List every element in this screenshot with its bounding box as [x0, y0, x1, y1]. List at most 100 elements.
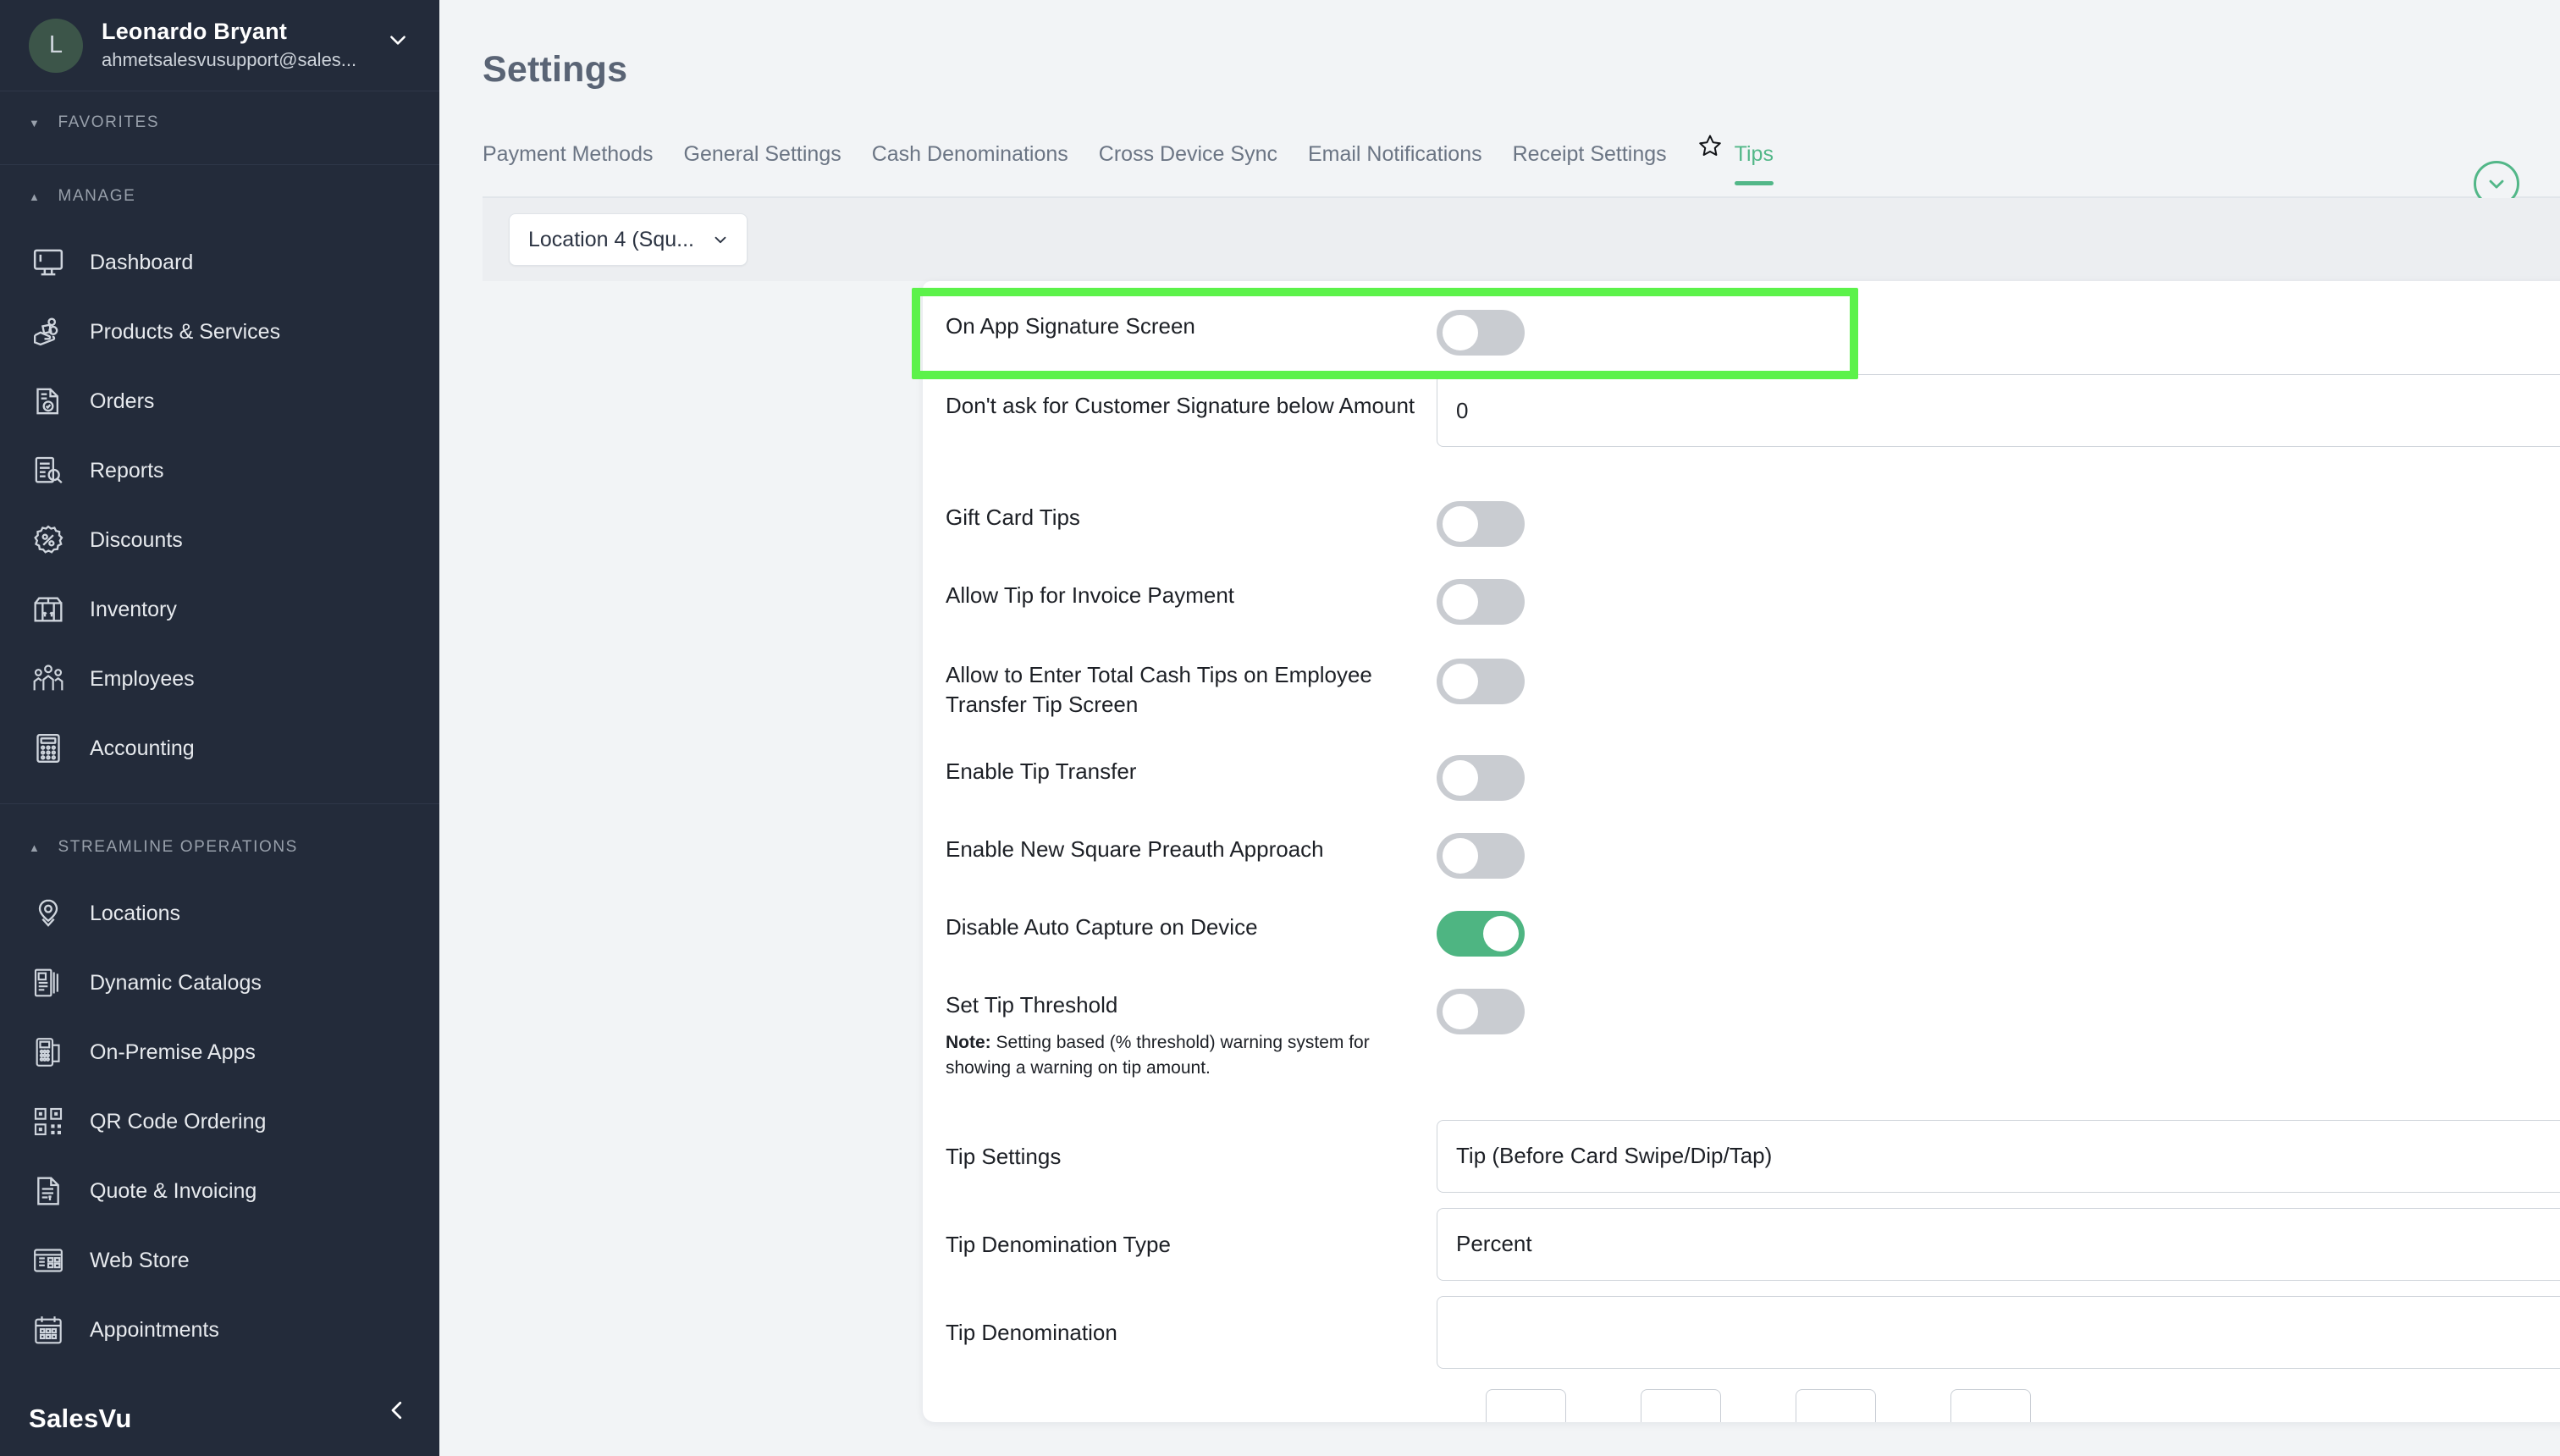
setting-label: Don't ask for Customer Signature below A… [946, 393, 1415, 418]
triangle-down-icon: ▼ [29, 116, 41, 130]
sidebar-item-appointments[interactable]: Appointments [0, 1295, 439, 1365]
star-outline-icon[interactable] [1697, 135, 1723, 168]
setting-label: Enable New Square Preauth Approach [946, 836, 1324, 863]
toggle-on-app-signature-screen[interactable] [1437, 310, 1525, 356]
toggle-set-tip-threshold[interactable] [1437, 989, 1525, 1035]
sidebar-item-label: Quote & Invoicing [90, 1178, 257, 1203]
catalog-icon [29, 963, 68, 1002]
people-icon [29, 659, 68, 698]
setting-row-allow-tip-invoice: Allow Tip for Invoice Payment [923, 547, 2560, 625]
sidebar-item-web-store[interactable]: Web Store [0, 1226, 439, 1295]
sidebar-item-label: Dynamic Catalogs [90, 970, 262, 995]
sidebar-item-label: Inventory [90, 597, 177, 621]
sidebar-item-label: Products & Services [90, 319, 281, 344]
tip-denomination-chip[interactable] [1641, 1388, 1721, 1422]
tab-tips[interactable]: Tips [1734, 142, 1774, 185]
main-content: Settings Payment Methods General Setting… [439, 0, 2560, 1456]
sidebar-item-dynamic-catalogs[interactable]: Dynamic Catalogs [0, 948, 439, 1018]
setting-control: Percent [1437, 1207, 2560, 1281]
setting-control [1437, 833, 2560, 880]
sidebar-item-discounts[interactable]: Discounts [0, 505, 439, 575]
setting-label: Set Tip Threshold Note: Setting based (%… [946, 989, 1437, 1081]
map-pin-icon [29, 894, 68, 933]
toggle-allow-tip-invoice[interactable] [1437, 579, 1525, 625]
monitor-icon [29, 243, 68, 282]
sidebar-item-qr-code-ordering[interactable]: QR Code Ordering [0, 1087, 439, 1156]
sidebar-item-products-services[interactable]: Products & Services [0, 297, 439, 367]
profile-name: Leonardo Bryant [102, 18, 288, 44]
tip-denomination-chip[interactable] [1486, 1388, 1566, 1422]
toggle-knob [1443, 584, 1478, 620]
tab-cross-device-sync[interactable]: Cross Device Sync [1099, 142, 1277, 185]
setting-row-tip-denomination: Tip Denomination Add [923, 1281, 2560, 1369]
tips-settings-list: On App Signature Screen Don't ask for Cu… [923, 281, 2560, 1422]
toggle-knob [1443, 315, 1478, 350]
collapse-sidebar-button[interactable] [380, 1393, 414, 1427]
toggle-disable-auto-capture[interactable] [1437, 911, 1525, 957]
sidebar-section-label: FAVORITES [58, 113, 160, 131]
sidebar-item-on-premise-apps[interactable]: On-Premise Apps [0, 1018, 439, 1087]
setting-control: Add [1437, 1295, 2560, 1369]
location-select[interactable]: Location 4 (Squ... [509, 213, 748, 266]
sidebar-item-inventory[interactable]: Inventory [0, 575, 439, 644]
sidebar-section-manage[interactable]: ▲ MANAGE [0, 165, 439, 228]
setting-label: Tip Denomination [946, 1319, 1117, 1345]
calendar-icon [29, 1310, 68, 1349]
tip-denomination-type-select[interactable]: Percent [1437, 1207, 2560, 1281]
triangle-up-icon: ▲ [29, 841, 41, 854]
setting-control: Tip (Before Card Swipe/Dip/Tap) [1437, 1119, 2560, 1193]
signature-below-amount-input[interactable]: 0 [1437, 374, 2560, 447]
setting-control [1437, 755, 2560, 802]
setting-row-signature-below-amount: Don't ask for Customer Signature below A… [923, 356, 2560, 447]
setting-row-enable-tip-transfer: Enable Tip Transfer [923, 720, 2560, 802]
setting-control [1437, 310, 2560, 356]
settings-tabs: Payment Methods General Settings Cash De… [483, 135, 2560, 198]
setting-control: 0 Save [1437, 374, 2560, 447]
page-title: Settings [483, 49, 628, 90]
sidebar-section-label: MANAGE [58, 187, 136, 205]
toggle-enable-tip-transfer[interactable] [1437, 755, 1525, 802]
tip-denomination-chip[interactable] [1796, 1388, 1876, 1422]
sidebar-item-label: Employees [90, 666, 195, 691]
setting-control [1437, 501, 2560, 547]
note-text: Setting based (% threshold) warning syst… [946, 1033, 1370, 1078]
toggle-knob [1443, 506, 1478, 542]
tip-denomination-type-value: Percent [1456, 1231, 1532, 1257]
sidebar-item-orders[interactable]: Orders [0, 367, 439, 436]
sidebar-section-favorites[interactable]: ▼ FAVORITES [0, 91, 439, 154]
tip-denomination-input[interactable] [1437, 1295, 2560, 1369]
sidebar-item-reports[interactable]: Reports [0, 436, 439, 505]
setting-row-gift-card-tips: Gift Card Tips [923, 447, 2560, 547]
terminal-device-icon [29, 1033, 68, 1072]
sidebar-item-dashboard[interactable]: Dashboard [0, 228, 439, 297]
user-profile[interactable]: L Leonardo Bryant ahmetsalesvusupport@sa… [0, 0, 439, 91]
tab-payment-methods[interactable]: Payment Methods [483, 142, 654, 185]
setting-label-text: Set Tip Threshold [946, 992, 1118, 1018]
tab-cash-denominations[interactable]: Cash Denominations [872, 142, 1068, 185]
sidebar-section-streamline-operations[interactable]: ▲ STREAMLINE OPERATIONS [0, 816, 439, 879]
sidebar-item-accounting[interactable]: Accounting [0, 714, 439, 783]
chevron-down-icon[interactable] [387, 29, 409, 51]
toggle-enable-square-preauth[interactable] [1437, 833, 1525, 880]
setting-row-enable-square-preauth: Enable New Square Preauth Approach [923, 801, 2560, 880]
toggle-gift-card-tips[interactable] [1437, 501, 1525, 547]
setting-label: On App Signature Screen [946, 313, 1195, 339]
setting-control [1437, 911, 2560, 957]
toggle-allow-total-cash-tips[interactable] [1437, 659, 1525, 704]
document-check-icon [29, 382, 68, 421]
toggle-knob [1443, 838, 1478, 874]
sidebar-item-locations[interactable]: Locations [0, 879, 439, 948]
sidebar-item-employees[interactable]: Employees [0, 644, 439, 714]
tips-settings-panel: On App Signature Screen Don't ask for Cu… [923, 281, 2560, 1422]
tab-general-settings[interactable]: General Settings [684, 142, 841, 185]
sidebar-item-quote-invoicing[interactable]: Quote & Invoicing [0, 1156, 439, 1226]
sidebar-item-label: Discounts [90, 527, 183, 552]
tip-settings-select[interactable]: Tip (Before Card Swipe/Dip/Tap) [1437, 1119, 2560, 1193]
toggle-knob [1443, 994, 1478, 1030]
tab-receipt-settings[interactable]: Receipt Settings [1513, 142, 1667, 185]
sidebar-item-label: Locations [90, 901, 181, 925]
tab-email-notifications[interactable]: Email Notifications [1308, 142, 1482, 185]
web-store-icon [29, 1241, 68, 1280]
calculator-icon [29, 729, 68, 768]
tip-denomination-chip[interactable] [1950, 1388, 2031, 1422]
